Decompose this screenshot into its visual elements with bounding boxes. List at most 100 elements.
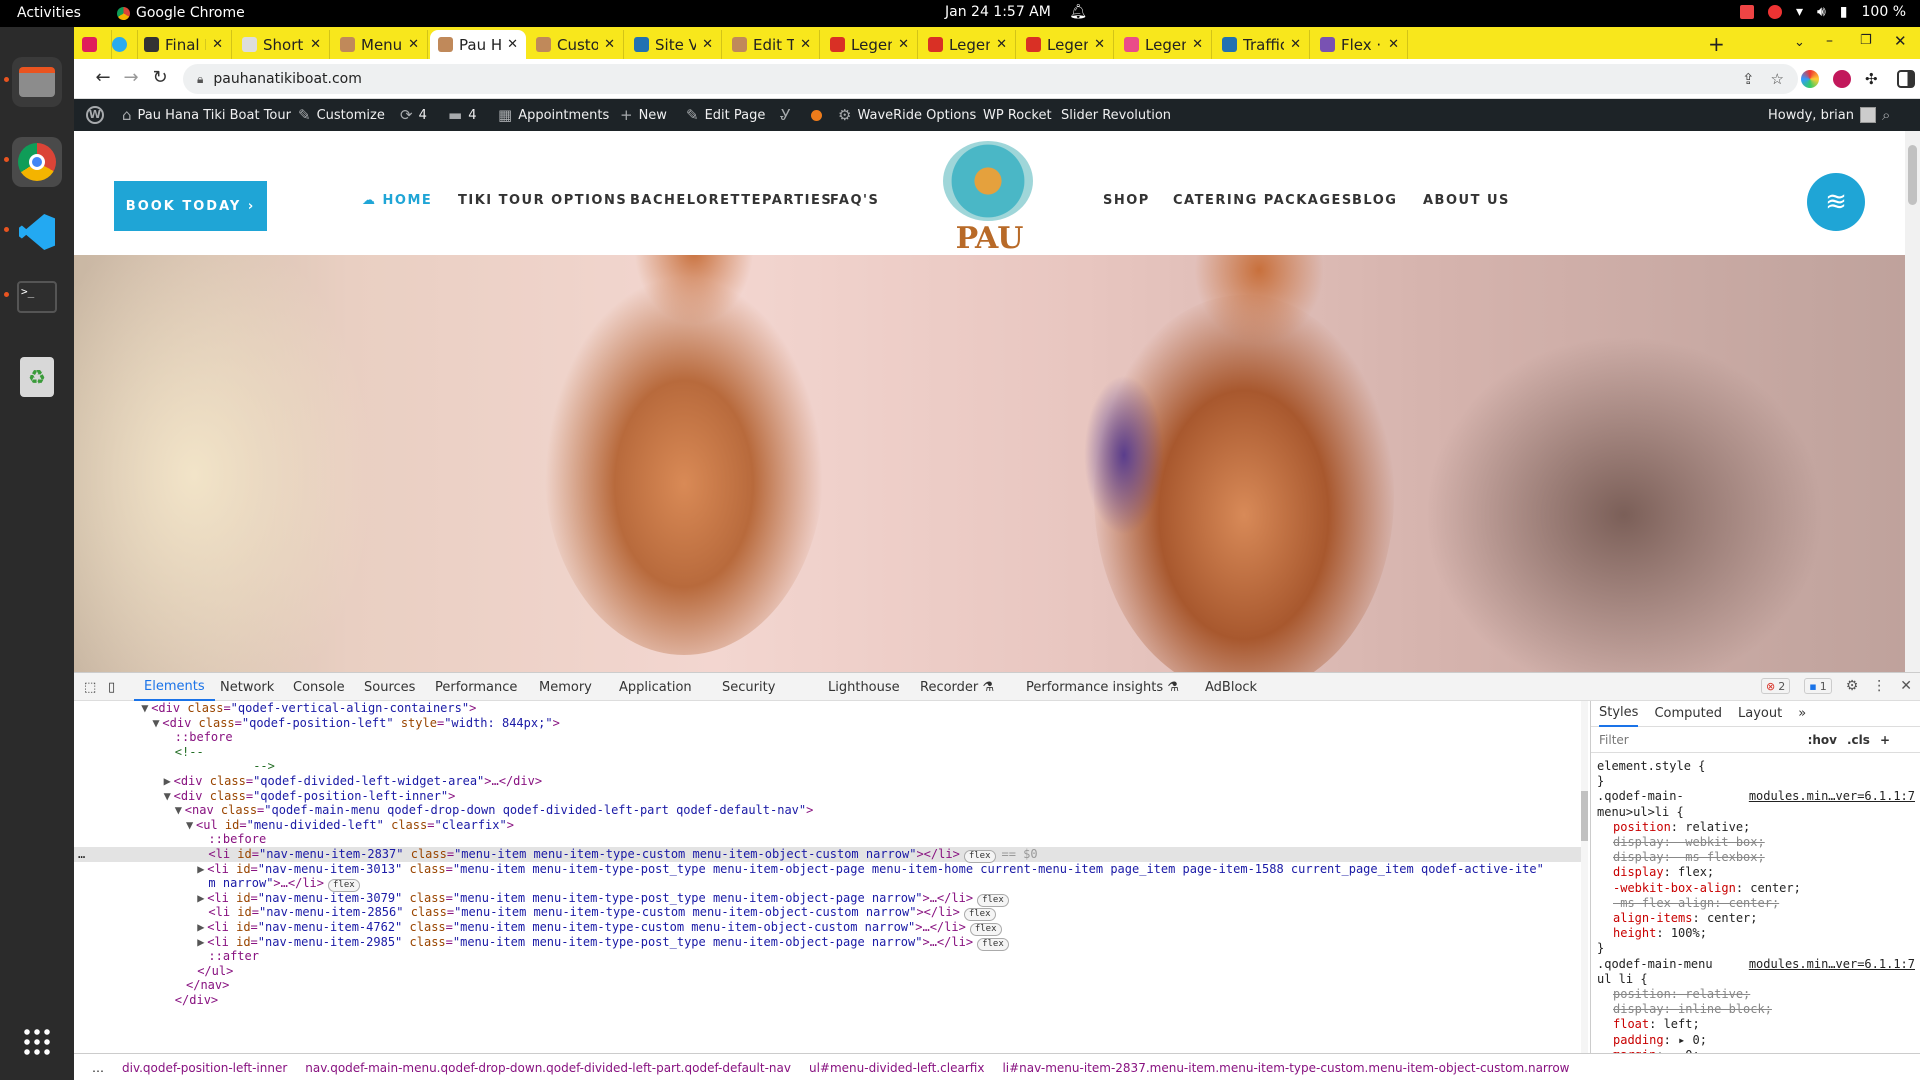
breadcrumb-item[interactable]: ul#menu-divided-left.clearfix — [809, 1061, 984, 1075]
new-style-rule-icon[interactable]: + — [1880, 733, 1890, 747]
tab-elements[interactable]: Elements — [134, 673, 215, 701]
tab-close-icon[interactable]: ✕ — [1388, 37, 1399, 52]
screen-recorder-extension-icon[interactable] — [1833, 69, 1851, 88]
lock-icon[interactable]: 🔒︎ — [197, 72, 203, 87]
files-icon[interactable] — [12, 57, 62, 107]
message-badge[interactable]: ▪ 1 — [1804, 678, 1832, 694]
tab-computed[interactable]: Computed — [1654, 706, 1722, 721]
tab-close-icon[interactable]: ✕ — [1290, 37, 1301, 52]
css-rule-line[interactable]: ul li { — [1597, 972, 1915, 987]
css-declaration[interactable]: height: 100%; — [1597, 926, 1915, 941]
tab-close-icon[interactable]: ✕ — [1192, 37, 1203, 52]
dom-tree-scrollbar-thumb[interactable] — [1581, 791, 1588, 841]
activities-button[interactable]: Activities — [17, 5, 81, 21]
page-scrollbar[interactable] — [1905, 131, 1920, 672]
css-declaration[interactable]: -webkit-box-align: center; — [1597, 881, 1915, 896]
tab-close-icon[interactable]: ✕ — [310, 37, 321, 52]
elements-dom-tree[interactable]: ▼ <div class="qodef-vertical-align-contai… — [74, 701, 1588, 1053]
dom-node-line[interactable]: ▼ <ul id="menu-divided-left" class="clear… — [74, 818, 1588, 833]
dom-node-line[interactable]: ▼ <div class="qodef-position-left-inner"> — [74, 789, 1588, 804]
wp-customize[interactable]: ✎ Customize — [298, 99, 385, 131]
expand-toggle[interactable]: ▼ — [175, 803, 185, 818]
tab-performance[interactable]: Performance — [435, 673, 517, 701]
hover-state-button[interactable]: :hov — [1808, 733, 1837, 747]
dom-node-line[interactable]: ▶ <li id="nav-menu-item-3079" class="menu… — [74, 891, 1588, 907]
dom-node-line[interactable]: m narrow">…</li> flex — [74, 876, 1588, 893]
more-tabs-icon[interactable]: » — [1798, 706, 1806, 721]
class-toggle-button[interactable]: .cls — [1847, 733, 1870, 747]
dom-node-line[interactable]: <!-- — [74, 745, 1588, 760]
tab-close-icon[interactable]: ✕ — [702, 37, 713, 52]
tab-close-icon[interactable]: ✕ — [408, 37, 419, 52]
expand-toggle[interactable]: ▼ — [152, 716, 162, 731]
css-rule-line[interactable]: .qodef-main-modules.min…ver=6.1.1:7 — [1597, 789, 1915, 804]
dom-node-line[interactable]: </div> — [74, 993, 1588, 1008]
nav-faqs[interactable]: FAQ'S — [830, 193, 879, 208]
tab-3[interactable]: Menus « ✕ — [332, 30, 428, 59]
expand-toggle[interactable]: ▼ — [164, 789, 174, 804]
tab-layout[interactable]: Layout — [1738, 706, 1782, 721]
app-menu[interactable]: Google Chrome — [117, 5, 245, 21]
tab-close-icon[interactable]: ✕ — [800, 37, 811, 52]
dom-node-line[interactable]: … <li id="nav-menu-item-2837" class="menu… — [74, 847, 1588, 863]
tab-9[interactable]: Legend ✕ — [920, 30, 1016, 59]
tab-application[interactable]: Application — [619, 673, 692, 701]
nav-about-us[interactable]: ABOUT US — [1423, 193, 1510, 208]
css-rule-line[interactable]: element.style { — [1597, 759, 1915, 774]
dom-node-line[interactable]: ▶ <li id="nav-menu-item-4762" class="menu… — [74, 920, 1588, 936]
expand-toggle[interactable]: ▶ — [197, 935, 207, 950]
tab-13[interactable]: Flex · Bo ✕ — [1312, 30, 1408, 59]
css-declaration[interactable]: display: -ms-flexbox; — [1597, 850, 1915, 865]
breadcrumb-item[interactable]: nav.qodef-main-menu.qodef-drop-down.qode… — [305, 1061, 791, 1075]
wp-slider-revolution[interactable]: Slider Revolution — [1061, 99, 1171, 131]
tab-8[interactable]: Legend ✕ — [822, 30, 918, 59]
back-button[interactable]: ← — [92, 67, 114, 89]
tab-7[interactable]: Edit The ✕ — [724, 30, 820, 59]
tab-12[interactable]: Traffic S ✕ — [1214, 30, 1310, 59]
dom-node-line[interactable]: ▼ <div class="qodef-vertical-align-contai… — [74, 701, 1588, 716]
reload-button[interactable]: ↻ — [149, 67, 171, 89]
dom-node-line[interactable]: </ul> — [74, 964, 1588, 979]
terminal-icon[interactable]: >_ — [12, 272, 62, 322]
css-declaration[interactable]: position: relative; — [1597, 987, 1915, 1002]
dom-node-line[interactable]: ::after — [74, 949, 1588, 964]
css-rule-line[interactable]: } — [1597, 774, 1915, 789]
tab-2[interactable]: Short Sl ✕ — [234, 30, 330, 59]
tab-close-icon[interactable]: ✕ — [1094, 37, 1105, 52]
tab-security[interactable]: Security — [722, 673, 775, 701]
breadcrumb-item[interactable]: div.qodef-position-left-inner — [122, 1061, 287, 1075]
tab-5[interactable]: Custom ✕ — [528, 30, 624, 59]
wp-site-name[interactable]: ⌂ Pau Hana Tiki Boat Tour — [122, 99, 291, 131]
close-devtools-icon[interactable]: ✕ — [1900, 678, 1912, 694]
tab-close-icon[interactable]: ✕ — [507, 37, 518, 52]
wp-rocket[interactable]: WP Rocket — [983, 99, 1052, 131]
breadcrumb-item[interactable]: li#nav-menu-item-2837.menu-item.menu-ite… — [1002, 1061, 1569, 1075]
tab-10[interactable]: Legend ✕ — [1018, 30, 1114, 59]
more-options-icon[interactable]: ⋮ — [1872, 678, 1886, 694]
tab-console[interactable]: Console — [293, 673, 345, 701]
expand-toggle[interactable]: ▶ — [197, 862, 207, 877]
dom-node-line[interactable]: ▶ <div class="qodef-divided-left-widget-a… — [74, 774, 1588, 789]
wp-howdy[interactable]: Howdy, brian — [1768, 99, 1876, 131]
tab-search-button[interactable]: ⌄ — [1794, 35, 1805, 50]
side-panel-icon[interactable] — [1897, 69, 1915, 88]
device-toolbar-icon[interactable]: ▯ — [108, 673, 126, 701]
tab-4[interactable]: Pau Han ✕ — [430, 30, 526, 59]
book-today-button[interactable]: BOOK TODAY › — [114, 181, 267, 231]
nav-blog[interactable]: BLOG — [1352, 193, 1397, 208]
inspect-element-icon[interactable]: ⬚ — [84, 673, 102, 701]
styles-filter[interactable]: Filter :hov .cls + — [1591, 727, 1920, 753]
wp-edit-page[interactable]: ✎ Edit Page — [686, 99, 765, 131]
tab-performance-insights[interactable]: Performance insights ⚗ — [1026, 673, 1179, 701]
dom-node-line[interactable]: ▶ <li id="nav-menu-item-3013" class="menu… — [74, 862, 1588, 877]
seo-status-dot[interactable] — [811, 99, 822, 131]
expand-toggle[interactable]: ▶ — [164, 774, 174, 789]
dom-node-line[interactable]: ::before — [74, 832, 1588, 847]
tab-6[interactable]: Site Ver ✕ — [626, 30, 722, 59]
color-picker-extension-icon[interactable] — [1801, 69, 1819, 88]
nav-catering-packages[interactable]: CATERING PACKAGES — [1173, 193, 1353, 208]
expand-toggle[interactable]: ▶ — [197, 920, 207, 935]
address-bar[interactable]: 🔒︎ pauhanatikiboat.com ⇪ ☆ — [183, 64, 1798, 94]
wp-search-icon[interactable]: ⌕ — [1882, 99, 1890, 131]
new-tab-button[interactable]: + — [1708, 32, 1725, 56]
